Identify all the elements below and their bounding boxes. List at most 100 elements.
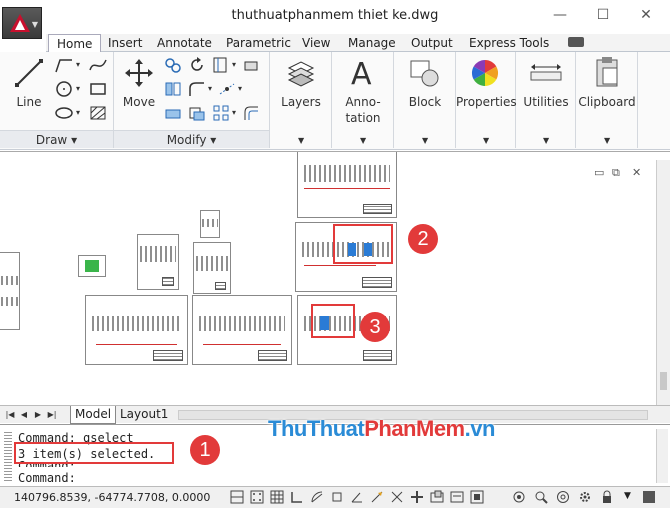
tab-layout1[interactable]: Layout1 xyxy=(116,406,172,424)
chevron-down-icon: ▼ xyxy=(422,136,429,145)
ellipse-icon[interactable] xyxy=(54,104,74,122)
viewport-close-icon[interactable]: ✕ xyxy=(632,166,641,179)
first-layout-icon[interactable]: |◀ xyxy=(4,408,16,421)
ribbon-minimize-icon[interactable] xyxy=(568,37,584,47)
workspace-icon[interactable] xyxy=(512,490,526,504)
tab-view[interactable]: View xyxy=(302,34,330,52)
vertical-scrollbar[interactable] xyxy=(656,160,670,406)
layers-icon xyxy=(287,61,315,87)
chevron-down-icon[interactable]: ▾ xyxy=(232,60,236,69)
gear-icon[interactable] xyxy=(578,490,592,504)
chevron-down-icon[interactable]: ▾ xyxy=(208,84,212,93)
polyline-icon[interactable] xyxy=(54,56,74,74)
command-input[interactable]: Command: xyxy=(18,471,76,485)
drawing-sheet xyxy=(200,210,220,238)
chevron-down-icon[interactable]: ▾ xyxy=(76,60,80,69)
clean-screen-icon[interactable] xyxy=(642,490,656,504)
next-layout-icon[interactable]: ▶ xyxy=(32,408,44,421)
fillet-icon[interactable] xyxy=(188,80,206,98)
tab-express-tools[interactable]: Express Tools xyxy=(469,34,549,52)
tab-annotate[interactable]: Annotate xyxy=(157,34,212,52)
ortho-mode-icon[interactable] xyxy=(290,490,304,504)
line-icon[interactable] xyxy=(14,58,44,88)
trim-icon[interactable] xyxy=(212,56,230,74)
snap-mode-icon[interactable] xyxy=(250,490,264,504)
drawing-canvas[interactable]: ▭ ⧉ ✕ 2 3 xyxy=(0,151,670,405)
rectangle-icon[interactable] xyxy=(88,80,108,98)
tab-manage[interactable]: Manage xyxy=(348,34,396,52)
move-icon[interactable] xyxy=(124,58,154,88)
tab-model[interactable]: Model xyxy=(70,406,117,424)
tab-insert[interactable]: Insert xyxy=(108,34,142,52)
clipboard-icon xyxy=(596,57,618,87)
polar-tracking-icon[interactable] xyxy=(310,490,324,504)
erase-icon[interactable] xyxy=(242,56,260,74)
scrollbar-thumb[interactable] xyxy=(660,372,667,390)
stretch-icon[interactable] xyxy=(164,104,182,122)
chevron-down-icon[interactable]: ▾ xyxy=(232,108,236,117)
viewport-minimize-icon[interactable]: ▭ xyxy=(594,166,604,179)
lock-icon[interactable] xyxy=(600,490,614,504)
explode-icon[interactable] xyxy=(218,80,236,98)
text-a-icon: A xyxy=(351,57,372,88)
chevron-down-icon[interactable]: ▼ xyxy=(624,491,631,501)
modify-panel: Move ▾ ▾ ▾ ▾ Modify ▾ xyxy=(114,52,270,148)
viewport-restore-icon[interactable]: ⧉ xyxy=(612,166,620,180)
close-button[interactable]: ✕ xyxy=(626,4,666,26)
chevron-down-icon: ▼ xyxy=(604,136,611,145)
minimize-button[interactable]: — xyxy=(540,4,580,26)
tab-output[interactable]: Output xyxy=(411,34,453,52)
drawing-sheet xyxy=(297,152,397,218)
clipboard-panel[interactable]: Clipboard ▼ xyxy=(576,52,638,148)
zoom-icon[interactable] xyxy=(534,490,548,504)
layers-label: Layers xyxy=(281,95,321,109)
drawing-sheet xyxy=(78,255,106,277)
spline-icon[interactable] xyxy=(88,56,108,74)
previous-layout-icon[interactable]: ◀ xyxy=(18,408,30,421)
modify-panel-title[interactable]: Modify ▾ xyxy=(114,130,269,148)
selection-cycling-icon[interactable] xyxy=(470,490,484,504)
circle-icon[interactable] xyxy=(54,80,74,98)
dynamic-ucs-icon[interactable] xyxy=(370,490,384,504)
tab-home[interactable]: Home xyxy=(48,34,102,53)
quick-properties-icon[interactable] xyxy=(450,490,464,504)
properties-label: Properties xyxy=(456,95,517,109)
selection-highlight xyxy=(311,304,355,338)
lineweight-icon[interactable] xyxy=(410,490,424,504)
mirror-icon[interactable] xyxy=(164,80,182,98)
utilities-panel[interactable]: Utilities ▼ xyxy=(516,52,576,148)
drawing-sheet xyxy=(0,252,20,330)
infer-constraints-icon[interactable] xyxy=(230,490,244,504)
hatch-icon[interactable] xyxy=(88,104,108,122)
chevron-down-icon: ▼ xyxy=(360,136,367,145)
chevron-down-icon[interactable]: ▾ xyxy=(238,84,242,93)
offset-icon[interactable] xyxy=(242,104,260,122)
callout-number: 1 xyxy=(190,435,220,465)
copy-icon[interactable] xyxy=(164,56,182,74)
layers-panel[interactable]: Layers ▼ xyxy=(270,52,332,148)
tab-parametric[interactable]: Parametric xyxy=(226,34,291,52)
object-snap-icon[interactable] xyxy=(330,490,344,504)
maximize-button[interactable]: ☐ xyxy=(583,4,623,26)
block-panel[interactable]: Block ▼ xyxy=(394,52,456,148)
dynamic-input-icon[interactable] xyxy=(390,490,404,504)
steering-wheel-icon[interactable] xyxy=(556,490,570,504)
object-snap-tracking-icon[interactable] xyxy=(350,490,364,504)
scale-icon[interactable] xyxy=(188,104,206,122)
transparency-icon[interactable] xyxy=(430,490,444,504)
array-icon[interactable] xyxy=(212,104,230,122)
move-button-label[interactable]: Move xyxy=(120,94,158,110)
last-layout-icon[interactable]: ▶| xyxy=(46,408,58,421)
drag-handle-icon[interactable] xyxy=(4,431,12,481)
grid-display-icon[interactable] xyxy=(270,490,284,504)
properties-panel[interactable]: Properties ▼ xyxy=(456,52,517,148)
chevron-down-icon[interactable]: ▾ xyxy=(76,84,80,93)
status-bar: 140796.8539, -64774.7708, 0.0000 ▼ xyxy=(0,486,670,508)
rotate-icon[interactable] xyxy=(188,56,206,74)
callout-number: 2 xyxy=(408,224,438,254)
draw-panel-title[interactable]: Draw ▾ xyxy=(0,130,113,148)
line-button-label[interactable]: Line xyxy=(10,94,48,110)
command-scrollbar[interactable] xyxy=(656,429,668,483)
annotation-panel[interactable]: A Anno- tation ▼ xyxy=(332,52,394,148)
chevron-down-icon[interactable]: ▾ xyxy=(76,108,80,117)
